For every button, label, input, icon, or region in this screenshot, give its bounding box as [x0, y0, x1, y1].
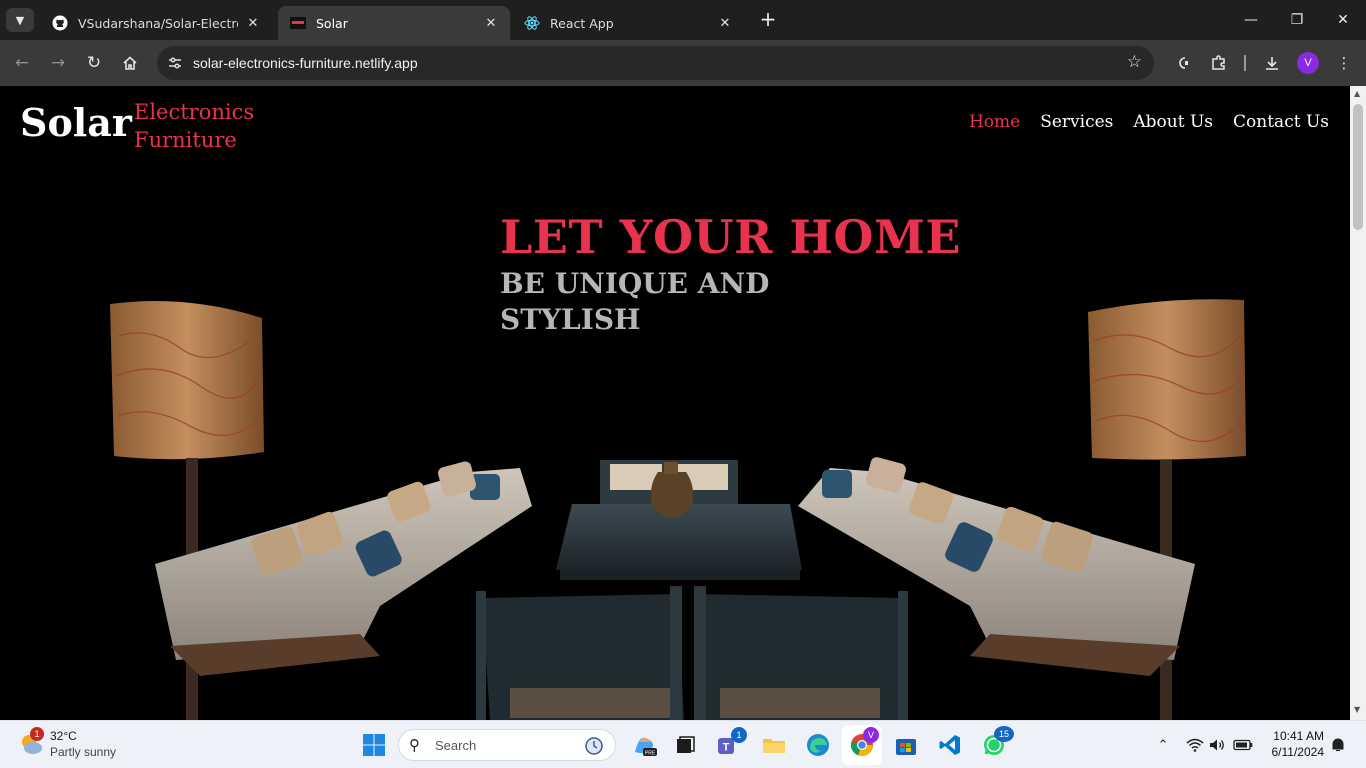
web-page: Solar Electronics Furniture Home Service… [0, 86, 1350, 720]
clock-time[interactable]: 10:41 AM [1264, 729, 1324, 743]
search-placeholder: Search [435, 738, 477, 753]
tab-title: VSudarshana/Solar-Electronics- [78, 15, 238, 31]
nav-services-link[interactable]: Services [1040, 112, 1113, 132]
chevron-down-icon: ▼ [15, 13, 25, 27]
coffee-table [556, 462, 802, 580]
windows-start-icon[interactable] [362, 733, 386, 757]
svg-text:PRE: PRE [645, 751, 656, 757]
battery-icon[interactable] [1233, 735, 1253, 755]
hero-subtitle: BE UNIQUE AND STYLISH [500, 266, 769, 338]
tab-search-button[interactable]: ▼ [6, 8, 34, 32]
bookmark-star-icon[interactable]: ☆ [1127, 52, 1142, 72]
search-highlight-icon [583, 735, 605, 757]
toolbar-separator [1244, 55, 1246, 71]
weather-description[interactable]: Partly sunny [50, 745, 116, 759]
copilot-preview-icon[interactable]: PRE [630, 731, 658, 759]
tab-react-app[interactable]: React App ✕ [512, 6, 744, 40]
solar-favicon-icon [290, 15, 306, 31]
scrollbar-thumb[interactable] [1353, 104, 1363, 230]
brand-tagline-line-2: Furniture [134, 128, 237, 152]
task-view-icon[interactable] [671, 731, 699, 759]
tab-github[interactable]: VSudarshana/Solar-Electronics- ✕ [40, 6, 272, 40]
address-bar[interactable]: solar-electronics-furniture.netlify.app … [157, 46, 1154, 80]
brand-tagline-line-1: Electronics [134, 100, 255, 124]
tray-overflow-chevron-up-icon[interactable]: ⌃ [1153, 735, 1173, 755]
google-lens-icon[interactable] [1172, 52, 1194, 74]
brand-tagline: Electronics Furniture [134, 98, 254, 154]
close-icon[interactable]: ✕ [244, 14, 262, 32]
weather-temperature[interactable]: 32°C [50, 729, 77, 743]
nav-contact-link[interactable]: Contact Us [1233, 112, 1329, 132]
forward-arrow-icon[interactable]: → [46, 51, 70, 75]
clock-date[interactable]: 6/11/2024 [1264, 745, 1325, 759]
scroll-down-arrow-icon[interactable]: ▼ [1354, 705, 1362, 714]
url-text: solar-electronics-furniture.netlify.app [193, 55, 418, 71]
file-explorer-icon[interactable] [760, 731, 788, 759]
profile-avatar[interactable]: V [1297, 52, 1319, 74]
wifi-icon[interactable] [1185, 735, 1205, 755]
new-tab-plus-icon[interactable]: + [758, 9, 778, 30]
minimize-icon[interactable]: — [1228, 6, 1274, 34]
browser-tabstrip: ▼ VSudarshana/Solar-Electronics- ✕ Solar… [0, 0, 1366, 40]
close-icon[interactable]: ✕ [482, 14, 500, 32]
weather-notification-badge: 1 [30, 727, 44, 741]
close-icon[interactable]: ✕ [716, 14, 734, 32]
vscode-icon[interactable] [936, 731, 964, 759]
hero-subtitle-line-1: BE UNIQUE AND [500, 267, 770, 300]
svg-text:T: T [723, 742, 730, 754]
download-icon[interactable] [1261, 52, 1283, 74]
nav-about-link[interactable]: About Us [1133, 112, 1213, 132]
whatsapp-badge: 15 [994, 726, 1014, 742]
front-chairs [476, 586, 908, 720]
reload-icon[interactable]: ↻ [82, 51, 106, 75]
page-scrollbar[interactable]: ▲ ▼ [1350, 86, 1366, 720]
tab-title: Solar [316, 15, 348, 31]
edge-icon[interactable] [804, 731, 832, 759]
nav-home-link[interactable]: Home [969, 112, 1020, 132]
hero-furniture-image [110, 299, 1246, 720]
search-icon: ⚲ [409, 736, 420, 754]
tab-title: React App [550, 15, 614, 31]
react-icon [524, 15, 540, 31]
tab-solar[interactable]: Solar ✕ [278, 6, 510, 40]
taskbar-search[interactable]: ⚲ Search [398, 729, 616, 761]
volume-icon[interactable] [1208, 735, 1228, 755]
brand-logo[interactable]: Solar [20, 100, 132, 145]
microsoft-store-icon[interactable] [892, 731, 920, 759]
window-close-icon[interactable]: ✕ [1320, 6, 1366, 34]
more-menu-icon[interactable]: ⋮ [1333, 52, 1355, 74]
notification-bell-icon[interactable] [1328, 735, 1348, 755]
site-settings-icon[interactable] [165, 53, 185, 73]
extensions-puzzle-icon[interactable] [1208, 52, 1230, 74]
left-sofa [155, 461, 532, 676]
home-icon[interactable] [118, 51, 142, 75]
hero-subtitle-line-2: STYLISH [500, 303, 641, 336]
browser-toolbar: ← → ↻ solar-electronics-furniture.netlif… [0, 40, 1366, 86]
teams-badge: 1 [731, 727, 747, 743]
hero-title: LET YOUR HOME [500, 210, 961, 264]
main-nav: Home Services About Us Contact Us [969, 112, 1329, 132]
restore-icon[interactable]: ❐ [1274, 6, 1320, 34]
github-icon [52, 15, 68, 31]
windows-taskbar: 1 32°C Partly sunny ⚲ Search PRE T 1 V 1… [0, 720, 1366, 768]
back-arrow-icon[interactable]: ← [10, 51, 34, 75]
scroll-up-arrow-icon[interactable]: ▲ [1354, 89, 1362, 98]
chrome-profile-badge: V [863, 727, 879, 743]
